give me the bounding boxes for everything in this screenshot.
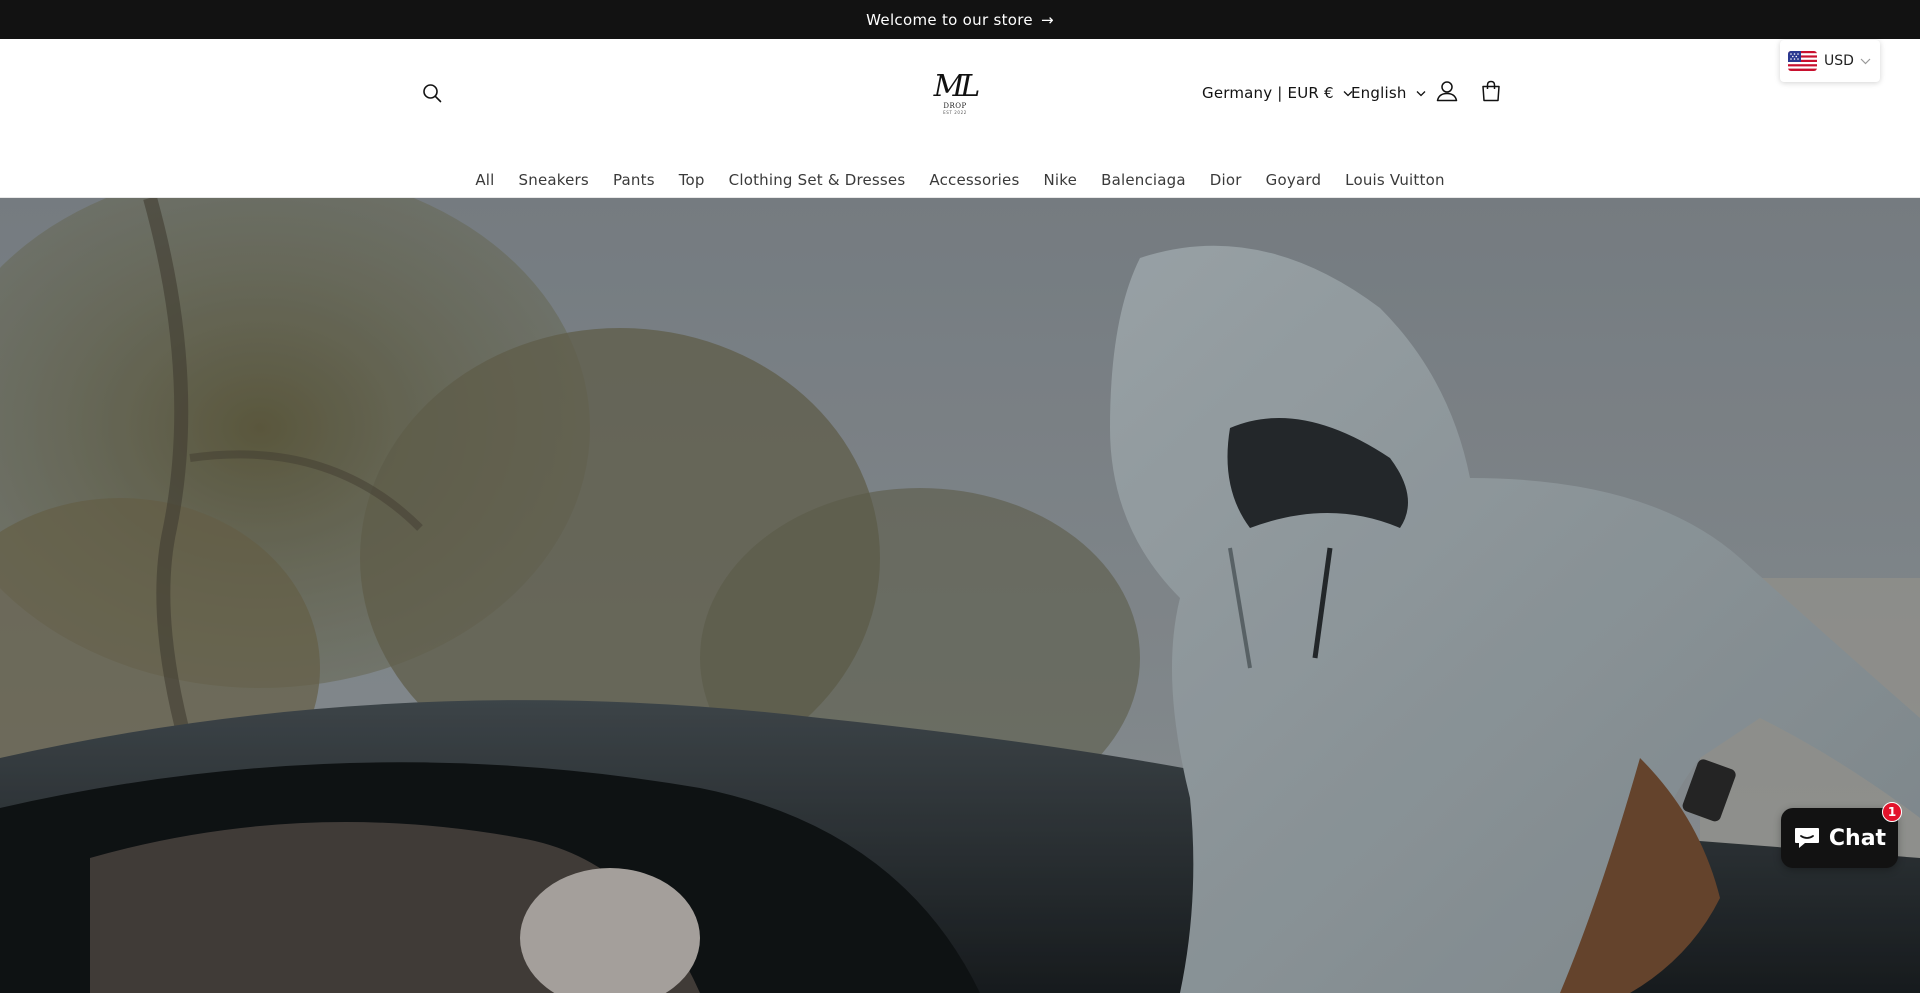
announcement-bar[interactable]: Welcome to our store → (0, 0, 1920, 39)
nav-item-pants[interactable]: Pants (601, 171, 667, 189)
chat-button[interactable]: Chat (1781, 808, 1898, 868)
account-icon (1436, 81, 1458, 102)
hero-banner[interactable] (0, 198, 1920, 993)
country-currency-selector[interactable]: Germany | EUR € (1202, 81, 1353, 105)
us-flag-icon (1788, 51, 1817, 71)
account-button[interactable] (1434, 78, 1460, 104)
nav-item-goyard[interactable]: Goyard (1254, 171, 1334, 189)
site-header: ML DROP EST 2022 Germany | EUR € English… (0, 39, 1920, 198)
arrow-right-icon: → (1040, 10, 1054, 29)
currency-label: USD (1824, 53, 1854, 69)
store-logo[interactable]: ML DROP EST 2022 (920, 65, 990, 121)
announcement-text: Welcome to our store (866, 10, 1033, 29)
chat-notification-badge: 1 (1882, 802, 1902, 822)
chat-label: Chat (1828, 825, 1887, 851)
nav-item-sneakers[interactable]: Sneakers (507, 171, 601, 189)
search-icon (423, 84, 442, 103)
search-button[interactable] (418, 79, 446, 107)
cart-icon (1482, 80, 1500, 102)
nav-item-louis-vuitton[interactable]: Louis Vuitton (1333, 171, 1457, 189)
nav-item-top[interactable]: Top (667, 171, 717, 189)
logo-tagline: EST 2022 (943, 109, 967, 115)
chevron-down-icon (1860, 58, 1871, 64)
nav-item-dior[interactable]: Dior (1198, 171, 1254, 189)
language-selector[interactable]: English (1351, 81, 1426, 105)
chat-bubble-icon (1794, 828, 1819, 848)
cart-button[interactable] (1478, 78, 1504, 104)
nav-item-nike[interactable]: Nike (1032, 171, 1090, 189)
nav-item-accessories[interactable]: Accessories (917, 171, 1031, 189)
main-navigation: All Sneakers Pants Top Clothing Set & Dr… (0, 165, 1920, 195)
nav-item-balenciaga[interactable]: Balenciaga (1089, 171, 1198, 189)
nav-item-clothing-sets[interactable]: Clothing Set & Dresses (717, 171, 918, 189)
country-selector-label: Germany | EUR € (1202, 84, 1334, 102)
chevron-down-icon (1416, 90, 1426, 96)
logo-monogram: ML (933, 68, 981, 104)
currency-converter-widget[interactable]: USD (1780, 40, 1880, 82)
nav-item-all[interactable]: All (463, 171, 506, 189)
hero-overlay (0, 198, 1920, 993)
logo-name: DROP (943, 101, 967, 110)
language-selector-label: English (1351, 84, 1407, 102)
